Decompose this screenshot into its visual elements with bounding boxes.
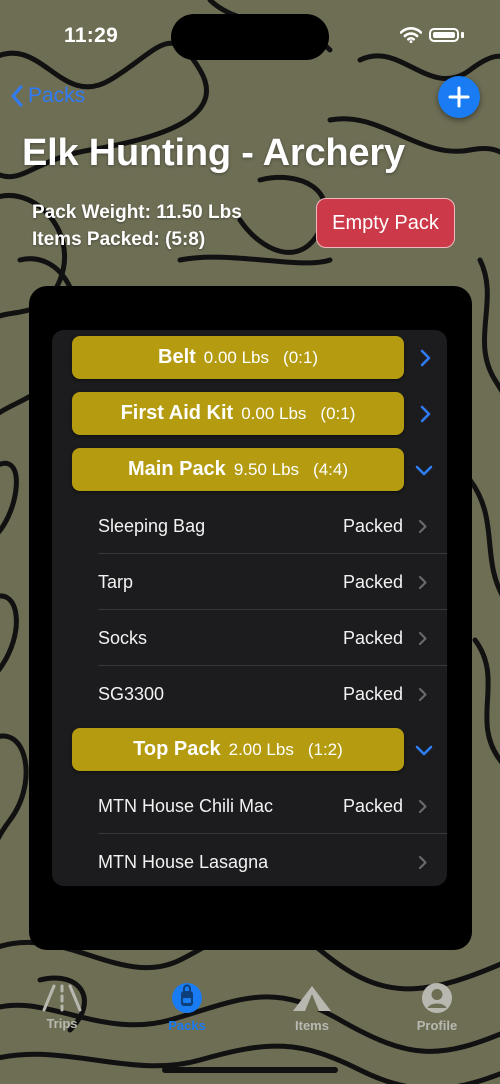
tab-packs[interactable]: Packs [142, 982, 232, 1033]
status-time: 11:29 [64, 24, 119, 47]
group-count: (4:4) [313, 459, 349, 479]
tent-icon [293, 986, 331, 1011]
item-name: MTN House Chili Mac [98, 796, 274, 816]
tab-bar: Trips Packs Items Profile [0, 982, 500, 1052]
dynamic-island [171, 14, 329, 60]
item-status: Packed [342, 572, 403, 592]
chevron-right-icon [419, 856, 427, 869]
tab-label: Packs [168, 1018, 206, 1033]
items-packed: Items Packed: (5:8) [32, 229, 206, 250]
group-count: (1:2) [307, 739, 343, 759]
pack-weight: Pack Weight: 11.50 Lbs [32, 202, 242, 223]
tab-trips[interactable]: Trips [17, 982, 107, 1031]
group-pill[interactable]: Belt 0.00 Lbs (0:1) [72, 336, 404, 379]
group-row-main-pack[interactable]: Main Pack 9.50 Lbs (4:4) [52, 442, 447, 498]
add-button[interactable] [438, 76, 480, 118]
item-status: Packed [342, 684, 403, 704]
tab-label: Profile [416, 1018, 458, 1033]
group-row-belt[interactable]: Belt 0.00 Lbs (0:1) [52, 330, 447, 386]
group-weight: 2.00 Lbs [228, 739, 294, 759]
chevron-right-icon [419, 632, 427, 645]
trips-icon [42, 984, 82, 1012]
group-pill[interactable]: First Aid Kit 0.00 Lbs (0:1) [72, 392, 404, 435]
tab-profile[interactable]: Profile [392, 982, 482, 1033]
chevron-down-icon[interactable] [415, 464, 433, 476]
empty-pack-button[interactable]: Empty Pack [316, 198, 455, 248]
group-name: Main Pack [127, 458, 226, 480]
backpack-icon [172, 983, 202, 1013]
chevron-right-icon [419, 520, 427, 533]
chevron-down-icon[interactable] [415, 744, 433, 756]
list-item[interactable]: MTN House Lasagna [52, 834, 447, 886]
group-count: (0:1) [283, 347, 318, 367]
chevron-right-icon[interactable] [419, 349, 431, 367]
back-button[interactable]: Packs [10, 84, 85, 108]
list-item[interactable]: MTN House Chili Mac Packed [52, 778, 447, 834]
group-name: Top Pack [133, 738, 221, 760]
person-icon [422, 983, 452, 1013]
tab-items[interactable]: Items [267, 982, 357, 1033]
list-item[interactable]: Tarp Packed [52, 554, 447, 610]
list-item[interactable]: Socks Packed [52, 610, 447, 666]
item-name: Sleeping Bag [98, 516, 206, 536]
tab-label: Trips [46, 1016, 78, 1031]
group-count: (0:1) [320, 403, 356, 423]
chevron-right-icon[interactable] [419, 405, 431, 423]
item-name: Tarp [98, 572, 134, 592]
group-pill[interactable]: Top Pack 2.00 Lbs (1:2) [72, 728, 404, 771]
plus-icon [448, 86, 470, 108]
item-status: Packed [342, 796, 403, 816]
battery-icon [429, 28, 459, 42]
home-indicator [162, 1067, 338, 1073]
item-status: Packed [342, 628, 403, 648]
wifi-icon [400, 27, 422, 43]
list-item[interactable]: Sleeping Bag Packed [52, 498, 447, 554]
group-name: First Aid Kit [120, 402, 234, 424]
group-name: Belt [158, 346, 196, 368]
item-name: Socks [98, 628, 148, 648]
chevron-right-icon [419, 800, 427, 813]
pack-group-list: Belt 0.00 Lbs (0:1) First Aid Kit 0.00 L… [52, 330, 447, 886]
group-weight: 0.00 Lbs [241, 403, 307, 423]
group-row-top-pack[interactable]: Top Pack 2.00 Lbs (1:2) [52, 722, 447, 778]
pack-summary: Pack Weight: 11.50 Lbs Items Packed: (5:… [32, 199, 242, 253]
pack-title: Elk Hunting - Archery [22, 132, 405, 174]
chevron-right-icon [419, 688, 427, 701]
status-icons [400, 27, 464, 43]
item-name: MTN House Lasagna [98, 852, 269, 872]
group-weight: 9.50 Lbs [233, 459, 300, 479]
item-name: SG3300 [98, 684, 165, 704]
back-label: Packs [28, 84, 86, 107]
battery-tip [461, 32, 464, 38]
chevron-left-icon [11, 85, 23, 107]
group-pill[interactable]: Main Pack 9.50 Lbs (4:4) [72, 448, 404, 491]
item-status: Packed [342, 516, 403, 536]
group-weight: 0.00 Lbs [203, 347, 270, 367]
chevron-right-icon [419, 576, 427, 589]
tab-label: Items [295, 1018, 329, 1033]
list-item[interactable]: SG3300 Packed [52, 666, 447, 722]
group-row-first-aid-kit[interactable]: First Aid Kit 0.00 Lbs (0:1) [52, 386, 447, 442]
